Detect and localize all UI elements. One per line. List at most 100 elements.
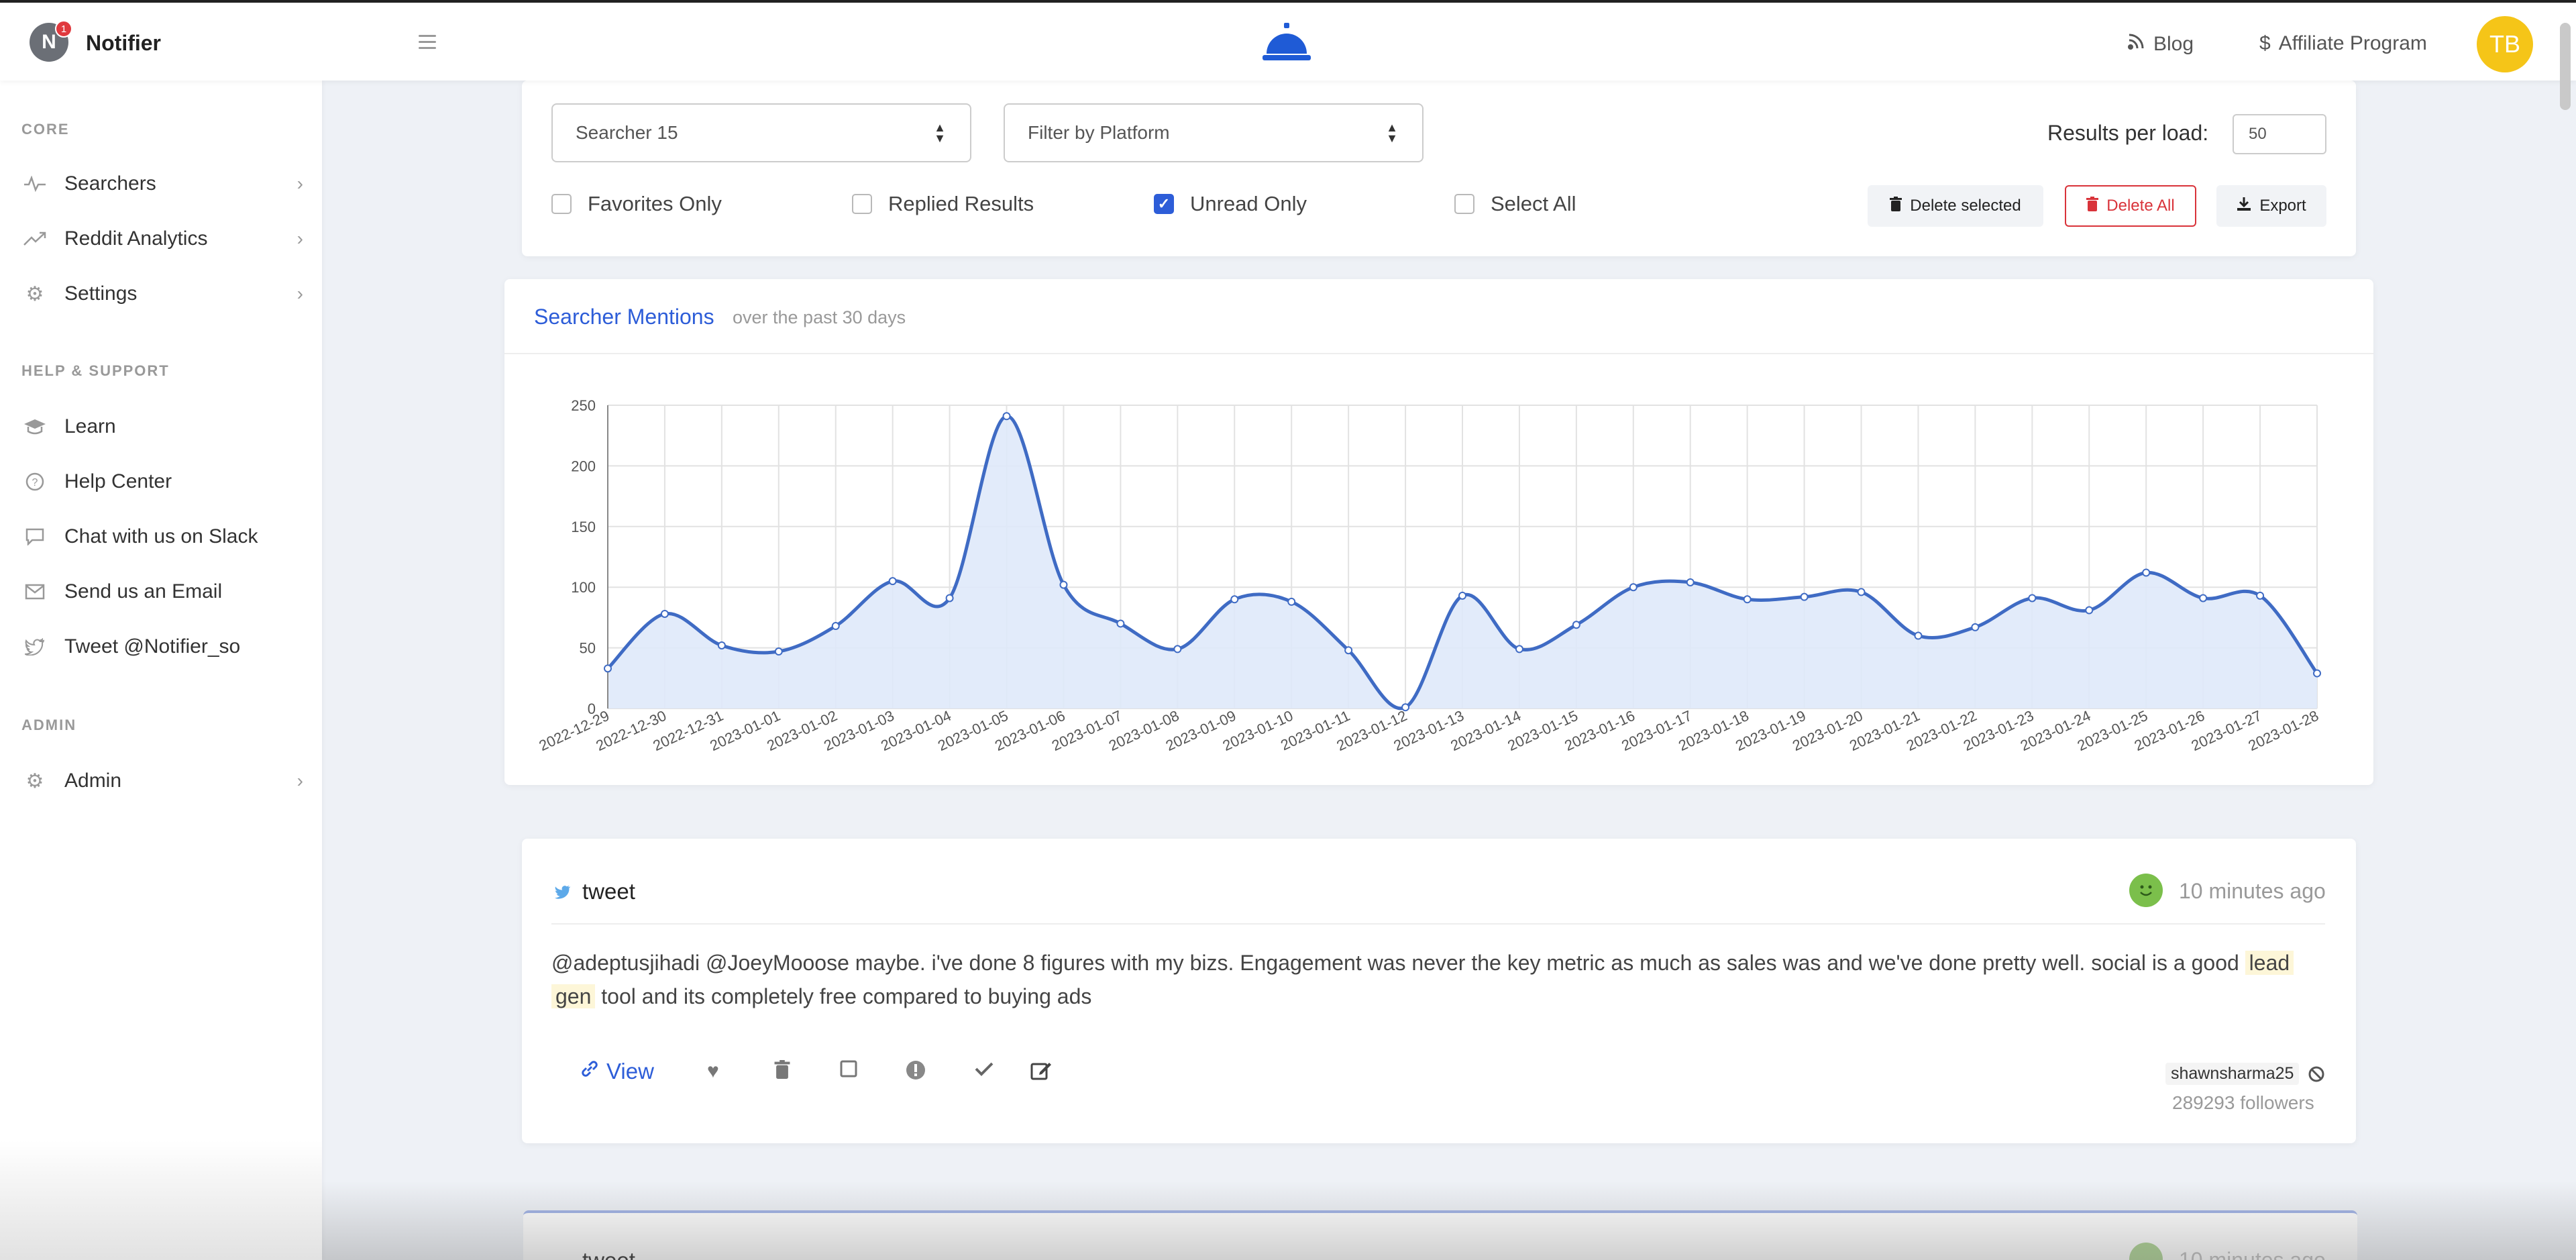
data-point [2142,568,2151,577]
view-link[interactable]: View [580,1059,654,1084]
data-point [774,647,783,656]
keyword-highlight: gen [551,984,596,1008]
chevron-right-icon: › [297,770,303,791]
data-point [2028,594,2037,602]
chart-subtitle: over the past 30 days [733,307,906,327]
favorites-only-checkbox[interactable]: Favorites Only [551,192,722,216]
sidebar-item-settings[interactable]: ⚙ Settings › [21,274,303,314]
data-point [1344,646,1353,655]
unread-only-checkbox[interactable]: ✓ Unread Only [1154,192,1307,216]
affiliate-link[interactable]: $ Affiliate Program [2259,32,2427,55]
check-icon[interactable]: ✓ [1154,194,1174,214]
data-point [1173,645,1182,653]
sidebar-shadow [0,1141,322,1260]
data-point [2199,594,2208,602]
sidebar-item-label: Send us an Email [64,580,223,602]
y-tick-label: 200 [571,458,596,474]
alert-circle-icon[interactable] [906,1060,926,1086]
tweet-text-part: @adeptusjihadi @JoeyMooose maybe. i've d… [551,951,2245,975]
trending-icon [21,225,48,252]
data-point [831,622,840,631]
tweet-text-part: tool and its completely free compared to… [595,984,1092,1008]
replied-results-checkbox[interactable]: Replied Results [852,192,1034,216]
hamburger-menu-icon[interactable] [416,31,439,54]
sidebar-item-label: Reddit Analytics [64,227,208,250]
blog-label: Blog [2153,33,2194,55]
sidebar-item-slack[interactable]: Chat with us on Slack [21,517,303,557]
sidebar-item-email[interactable]: Send us an Email [21,572,303,612]
avatar[interactable]: TB [2477,16,2533,72]
data-point [1059,580,1068,589]
mentions-chart: 0501001502002502022-12-292022-12-302022-… [537,397,2322,754]
y-tick-label: 150 [571,519,596,535]
chart-title: Searcher Mentions [534,305,714,329]
data-point [1458,591,1466,600]
data-point [1914,631,1923,640]
data-point [1401,703,1410,712]
tweet-divider [551,923,2325,925]
unread-only-label: Unread Only [1190,192,1307,215]
export-label: Export [2259,197,2306,215]
question-circle-icon: ? [21,468,48,495]
data-point [1800,592,1809,601]
delete-all-button[interactable]: Delete All [2065,185,2196,227]
username-badge[interactable]: shawnsharma25 [2165,1063,2300,1085]
app-logo[interactable]: N 1 [30,20,72,63]
sidebar-item-learn[interactable]: Learn [21,407,303,447]
scrollbar[interactable] [2560,23,2571,110]
y-tick-label: 100 [571,579,596,596]
rss-icon [2127,32,2145,56]
sidebar-item-label: Learn [64,415,116,437]
blog-link[interactable]: Blog [2127,32,2194,56]
admin-heading: ADMIN [21,717,77,733]
sidebar-item-reddit-analytics[interactable]: Reddit Analytics › [21,219,303,259]
result-type: tweet [582,879,635,904]
affiliate-label: Affiliate Program [2278,32,2427,54]
sidebar-item-admin[interactable]: ⚙ Admin › [21,761,303,801]
chart-header-divider [504,353,2373,354]
mail-icon [21,578,48,605]
edit-icon[interactable] [1030,1060,1052,1086]
heart-icon[interactable]: ♥ [707,1060,719,1083]
sidebar-item-label: Admin [64,770,122,792]
service-bell-icon [1261,23,1312,68]
platform-select[interactable]: Filter by Platform ▲ ▼ [1004,103,1424,162]
data-point [660,609,669,618]
searcher-select[interactable]: Searcher 15 ▲ ▼ [551,103,971,162]
checkbox-box[interactable] [551,194,572,214]
data-point [1116,619,1125,628]
checkmark-icon[interactable] [974,1060,994,1083]
results-per-load-label: Results per load: [2047,121,2209,145]
data-point [1971,623,1980,631]
gear-icon: ⚙ [25,770,44,792]
favorites-only-label: Favorites Only [588,192,722,215]
graduation-cap-icon [21,413,48,440]
activity-icon [21,170,48,197]
data-point [1629,583,1638,592]
sidebar-item-searchers[interactable]: Searchers › [21,164,303,204]
keyword-highlight: lead [2245,951,2294,975]
export-button[interactable]: Export [2216,185,2326,227]
block-icon[interactable] [2308,1065,2325,1086]
trash-icon [1890,196,1902,216]
twitter-icon [554,884,572,904]
select-all-checkbox[interactable]: Select All [1454,192,1576,216]
checkbox-square-icon[interactable] [840,1060,857,1083]
view-label: View [606,1059,654,1084]
data-point [1002,412,1011,421]
checkbox-box[interactable] [1454,194,1474,214]
replied-results-label: Replied Results [888,192,1034,215]
checkbox-box[interactable] [852,194,872,214]
results-per-load-input[interactable] [2233,114,2326,154]
trash-icon[interactable] [774,1060,790,1084]
data-point [1572,621,1580,629]
result-time: 10 minutes ago [2179,1248,2326,1260]
delete-selected-button[interactable]: Delete selected [1868,185,2043,227]
svg-text:?: ? [32,477,38,488]
positive-sentiment-icon [2129,874,2163,907]
sidebar-item-label: Chat with us on Slack [64,525,258,547]
data-point [1287,597,1296,606]
sidebar-item-tweet[interactable]: Tweet @Notifier_so [21,627,303,667]
sidebar-item-help-center[interactable]: ? Help Center [21,462,303,502]
result-type: tweet [582,1248,635,1260]
